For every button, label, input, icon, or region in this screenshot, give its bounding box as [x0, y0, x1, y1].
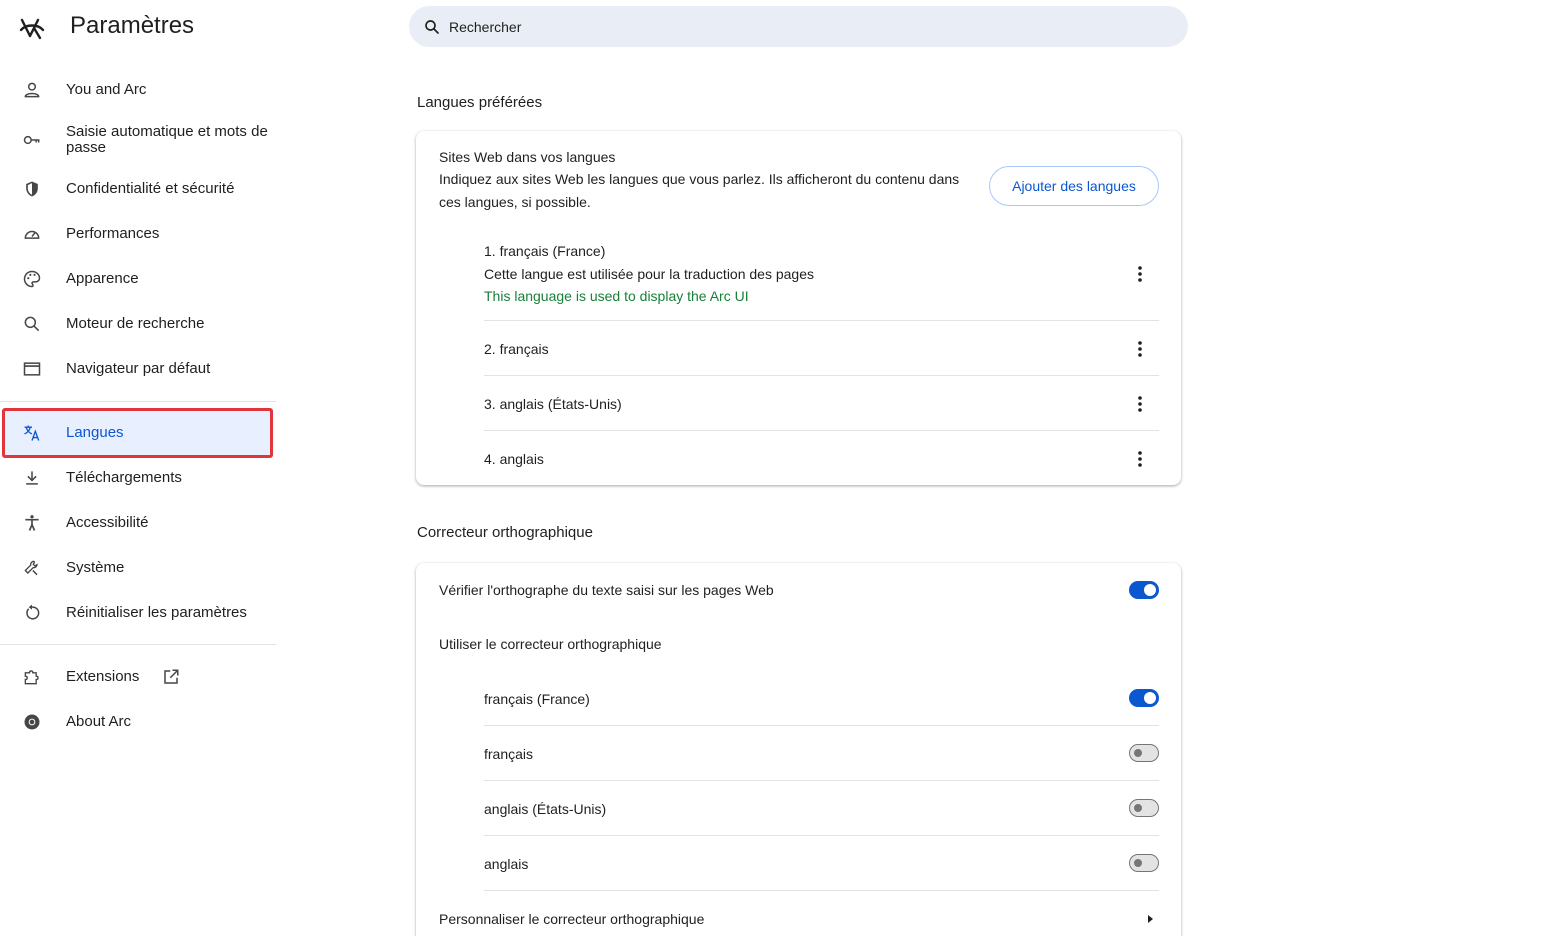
sidebar-item-accessibility[interactable]: Accessibilité [0, 511, 276, 535]
chrome-icon [22, 712, 42, 732]
key-icon [22, 130, 42, 150]
card-header: Sites Web dans vos langues [439, 149, 616, 165]
spellcheck-toggle-label: Vérifier l'orthographe du texte saisi su… [439, 582, 774, 598]
spellcheck-card: Vérifier l'orthographe du texte saisi su… [416, 563, 1181, 936]
more-options-icon[interactable] [1130, 339, 1150, 359]
card-description: ces langues, si possible. [439, 194, 591, 210]
sidebar-item-privacy[interactable]: Confidentialité et sécurité [0, 177, 276, 201]
sidebar-item-you-and-arc[interactable]: You and Arc [0, 78, 276, 102]
row-separator [484, 320, 1159, 321]
reset-icon [22, 603, 42, 623]
sidebar-item-label: Extensions [66, 668, 140, 685]
language-item-label: 4. anglais [484, 451, 544, 467]
search-input[interactable] [449, 18, 1149, 35]
sidebar-item-label: About Arc [66, 713, 132, 730]
more-options-icon[interactable] [1130, 449, 1150, 469]
preferred-languages-card: Sites Web dans vos langues Indiquez aux … [416, 131, 1181, 485]
sidebar-divider [0, 401, 276, 402]
add-languages-button[interactable]: Ajouter des langues [989, 166, 1159, 206]
language-item-ui-note: This language is used to display the Arc… [484, 288, 749, 304]
spellcheck-language-toggle[interactable] [1129, 799, 1159, 817]
sidebar-item-label: Réinitialiser les paramètres [66, 604, 247, 621]
person-icon [22, 80, 42, 100]
sidebar-item-label: Langues [66, 424, 124, 441]
sidebar-item-default-browser[interactable]: Navigateur par défaut [0, 357, 276, 381]
palette-icon [22, 269, 42, 289]
sidebar-item-label: Système [66, 559, 125, 576]
sidebar-item-label: Confidentialité et sécurité [66, 180, 235, 197]
accessibility-icon [22, 513, 42, 533]
sidebar-item-performance[interactable]: Performances [0, 222, 276, 246]
search-bar[interactable] [409, 6, 1188, 47]
row-separator [484, 430, 1159, 431]
row-separator [484, 375, 1159, 376]
puzzle-icon [22, 667, 42, 687]
sidebar-divider [0, 644, 276, 645]
spellcheck-language-label: anglais (États-Unis) [484, 801, 607, 817]
sidebar-item-search-engine[interactable]: Moteur de recherche [0, 312, 276, 336]
spellcheck-language-label: anglais [484, 856, 529, 872]
row-separator [484, 780, 1159, 781]
row-separator [484, 835, 1159, 836]
sidebar-item-languages[interactable]: Langues [0, 421, 276, 445]
sidebar-item-appearance[interactable]: Apparence [0, 267, 276, 291]
language-item-note: Cette langue est utilisée pour la traduc… [484, 266, 814, 282]
sidebar-item-label: You and Arc [66, 81, 147, 98]
language-item-label: 2. français [484, 341, 549, 357]
spellcheck-language-label: français (France) [484, 691, 590, 707]
spellcheck-language-label: français [484, 746, 534, 762]
search-icon [425, 19, 439, 34]
section-title-preferred-languages: Langues préférées [417, 94, 543, 111]
spellcheck-use-label: Utiliser le correcteur orthographique [439, 636, 662, 652]
row-separator [484, 725, 1159, 726]
shield-icon [22, 179, 42, 199]
more-options-icon[interactable] [1130, 264, 1150, 284]
sidebar-item-about[interactable]: About Arc [0, 710, 276, 734]
section-title-spellcheck: Correcteur orthographique [417, 524, 593, 541]
translate-icon [22, 423, 42, 443]
sidebar-item-label: Téléchargements [66, 469, 182, 486]
chevron-right-icon[interactable] [1144, 913, 1156, 925]
sidebar: You and Arc Saisie automatique et mots d… [0, 0, 276, 936]
sidebar-item-label: Moteur de recherche [66, 315, 205, 332]
sidebar-item-extensions[interactable]: Extensions [0, 665, 276, 689]
search-icon [22, 314, 42, 334]
sidebar-item-downloads[interactable]: Téléchargements [0, 466, 276, 490]
sidebar-item-label: Apparence [66, 270, 139, 287]
sidebar-item-label: Accessibilité [66, 514, 149, 531]
sidebar-item-autofill[interactable]: Saisie automatique et mots de passe [0, 123, 276, 157]
browser-window-icon [22, 359, 42, 379]
sidebar-item-label: Saisie automatique et mots de passe [66, 123, 268, 156]
language-item-label: 3. anglais (États-Unis) [484, 396, 622, 412]
sidebar-item-system[interactable]: Système [0, 556, 276, 580]
spellcheck-language-toggle[interactable] [1129, 689, 1159, 707]
more-options-icon[interactable] [1130, 394, 1150, 414]
language-item-label: 1. français (France) [484, 243, 606, 259]
sidebar-item-label: Performances [66, 225, 160, 242]
card-description: Indiquez aux sites Web les langues que v… [439, 171, 960, 187]
sidebar-item-label: Navigateur par défaut [66, 360, 211, 377]
speedometer-icon [22, 224, 42, 244]
spellcheck-language-toggle[interactable] [1129, 854, 1159, 872]
download-icon [22, 468, 42, 488]
open-in-new-icon [164, 669, 179, 684]
customize-spellcheck-label[interactable]: Personnaliser le correcteur orthographiq… [439, 911, 704, 927]
spellcheck-language-toggle[interactable] [1129, 744, 1159, 762]
spellcheck-toggle[interactable] [1129, 581, 1159, 599]
sidebar-item-reset[interactable]: Réinitialiser les paramètres [0, 601, 276, 625]
row-separator [484, 890, 1159, 891]
wrench-icon [22, 558, 42, 578]
